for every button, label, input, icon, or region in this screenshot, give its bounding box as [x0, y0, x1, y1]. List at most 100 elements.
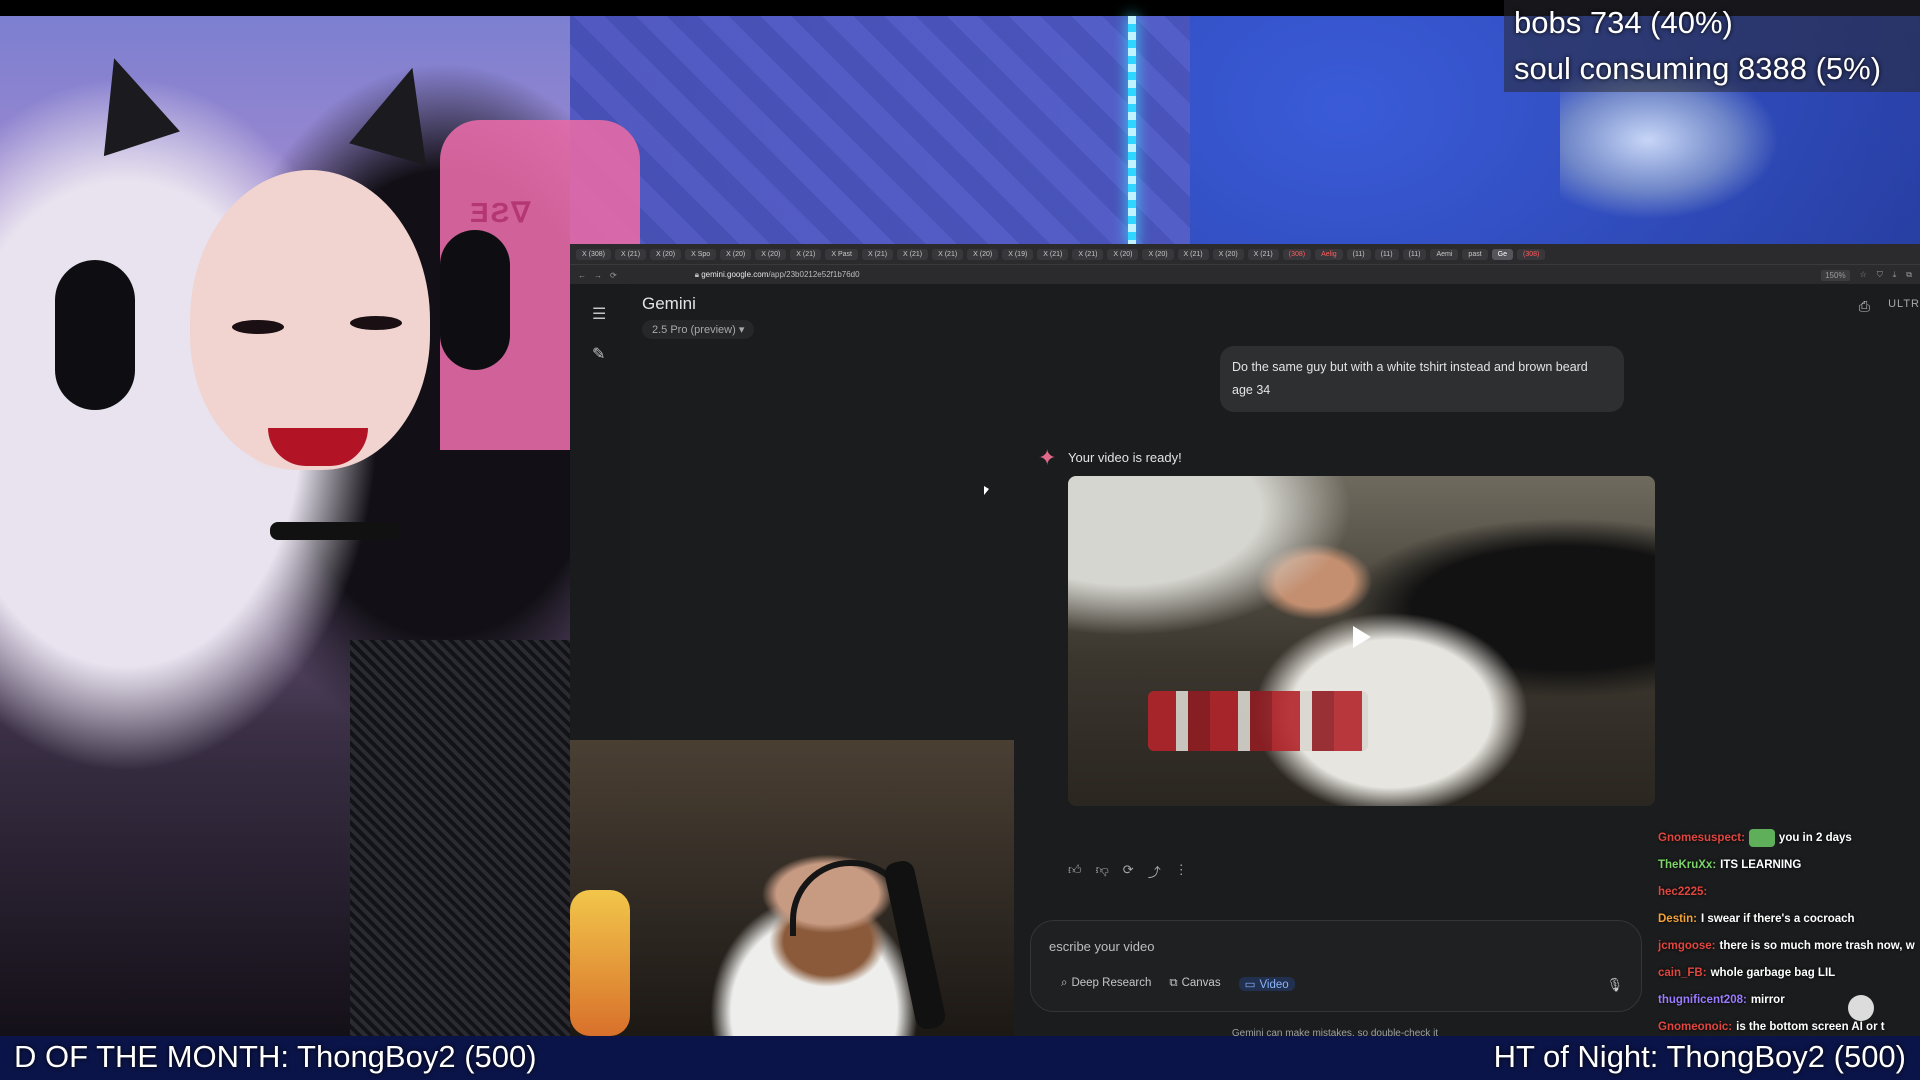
browser-tab[interactable]: X Past [825, 248, 858, 260]
chat-message: Destin: I swear if there's a cocroach [1658, 906, 1920, 933]
tool-canvas[interactable]: ⧉ Canvas [1169, 977, 1220, 991]
browser-tab[interactable]: X (21) [1177, 248, 1209, 260]
tool-label: Video [1259, 979, 1289, 991]
chat-username[interactable]: thugnificent208: [1658, 994, 1747, 1006]
goal-line-1: bobs 734 (40%) [1514, 5, 1733, 40]
browser-tab[interactable]: X (21) [614, 248, 647, 260]
response-text: Your video is ready! [1068, 450, 1182, 465]
url-path: /app/23b0212e52f1b76d0 [768, 270, 860, 279]
prompt-input[interactable]: escribe your video [1049, 939, 1155, 954]
chat-text: there is so much more trash now, w [1719, 940, 1915, 952]
browser-tab[interactable]: X (20) [1107, 248, 1139, 260]
browser-tab[interactable]: X (20) [650, 248, 682, 260]
browser-address-bar: ← → ⟳ 🔒︎ gemini.google.com/app/23b0212e5… [570, 264, 1920, 285]
response-actions: 👍︎ 👎︎ ⟳ ⤴ ⋮ [1068, 862, 1188, 881]
browser-tab[interactable]: past [1462, 248, 1488, 260]
share-icon[interactable]: ⤴ [1148, 862, 1161, 881]
user-message: Do the same guy but with a white tshirt … [1220, 346, 1624, 412]
regenerate-icon[interactable]: ⟳ [1123, 862, 1134, 881]
stream-chat: Gnomesuspect: you in 2 days TheKruXx: ITS L… [1658, 825, 1920, 1040]
chat-text: ITS LEARNING [1720, 859, 1802, 871]
menu-icon[interactable]: ☰ [592, 304, 606, 324]
chat-username[interactable]: cain_FB: [1658, 967, 1707, 979]
chat-username[interactable]: Destin: [1658, 913, 1697, 925]
chat-username[interactable]: Gnomesuspect: [1658, 832, 1745, 844]
video-icon: ▭ [1244, 979, 1256, 991]
headphone-right [440, 230, 510, 370]
browser-tab[interactable]: X (21) [1072, 248, 1104, 260]
browser-tab[interactable]: X (21) [1037, 248, 1069, 260]
download-icon[interactable]: ⤓ [1893, 270, 1897, 281]
browser-tab[interactable]: X (308) [576, 248, 611, 260]
browser-tab[interactable]: (308) [1517, 248, 1546, 260]
play-icon[interactable] [1353, 626, 1371, 648]
bookmark-star-icon[interactable]: ☆ [1860, 270, 1867, 281]
browser-tab[interactable]: (11) [1346, 248, 1371, 260]
reload-icon[interactable]: ⟳ [610, 271, 617, 280]
chat-text: is the bottom screen AI or t [1736, 1021, 1885, 1033]
thumbs-down-icon[interactable]: 👎︎ [1096, 862, 1109, 881]
chat-message: TheKruXx: ITS LEARNING [1658, 852, 1920, 879]
extensions-icon[interactable]: ⧉ [1906, 270, 1912, 281]
generated-video[interactable] [1068, 476, 1655, 806]
chat-emote-icon [1848, 995, 1874, 1021]
microphone-icon[interactable]: 🎙︎ [1606, 977, 1623, 993]
more-options-icon[interactable]: ⋮ [1175, 862, 1188, 881]
prompt-input-box[interactable]: escribe your video ⌕ Deep Research ⧉ Canvas… [1030, 920, 1642, 1012]
chat-username[interactable]: jcmgoose: [1658, 940, 1716, 952]
browser-tab[interactable]: X (21) [1247, 248, 1279, 260]
chat-username[interactable]: TheKruXx: [1658, 859, 1716, 871]
shield-icon[interactable]: ⛉ [1877, 270, 1883, 281]
print-icon[interactable]: ⎙ [1859, 298, 1870, 315]
disclaimer: Gemini can make mistakes, so double-chec… [1231, 1028, 1439, 1036]
plush-toy [570, 890, 630, 1036]
chair-logo: ƎƧ∇ [470, 197, 533, 228]
eye-left [232, 320, 284, 334]
guest-webcam [570, 740, 1014, 1036]
tool-label: Canvas [1181, 977, 1221, 989]
tool-video[interactable]: ▭ Video [1238, 977, 1295, 991]
guest-microphone [882, 858, 948, 1032]
zoom-badge[interactable]: 150% [1821, 269, 1850, 281]
back-icon[interactable]: ← [578, 271, 586, 280]
browser-tab[interactable]: X (21) [932, 248, 964, 260]
browser-tab[interactable]: X (20) [1212, 248, 1244, 260]
browser-tab[interactable]: X (20) [967, 248, 999, 260]
browser-tab[interactable]: (308) [1282, 248, 1312, 260]
browser-tab-bar: X (308) X (21) X (20) X Spo X (20) X (20) X (2… [570, 244, 1920, 264]
browser-tab[interactable]: X (19) [1002, 248, 1034, 260]
model-selector[interactable]: 2.5 Pro (preview) ▾ [642, 320, 755, 339]
chevron-down-icon: ▾ [738, 324, 745, 336]
headphone-left [55, 260, 135, 410]
browser-tab[interactable]: (11) [1374, 248, 1399, 260]
browser-tab[interactable]: X (21) [861, 248, 894, 260]
canvas-icon: ⧉ [1169, 977, 1178, 989]
browser-tab[interactable]: Aelig [1315, 248, 1343, 260]
chat-username[interactable]: hec2225: [1658, 886, 1707, 898]
url-field[interactable]: 🔒︎ gemini.google.com/app/23b0212e52f1b76… [695, 270, 860, 280]
chat-message: jcmgoose: there is so much more trash now… [1658, 933, 1920, 960]
browser-tab[interactable]: X (20) [1142, 248, 1174, 260]
ticker-right: HT of Night: ThongBoy2 (500) [1493, 1039, 1906, 1074]
ticker-left: D OF THE MONTH: ThongBoy2 (500) [14, 1039, 537, 1074]
eye-right [350, 316, 402, 330]
mouse-cursor [984, 486, 989, 495]
app-title: Gemini [642, 294, 696, 313]
chat-message: thugnificent208: mirror [1658, 987, 1920, 1014]
browser-tab[interactable]: X (21) [897, 248, 929, 260]
gemini-sparkle-icon: ✦ [1038, 445, 1057, 470]
chat-text: I swear if there's a cocroach [1700, 913, 1855, 925]
browser-tab[interactable]: (11) [1402, 248, 1427, 260]
browser-tab[interactable]: X (20) [755, 248, 787, 260]
browser-tab[interactable]: Ge [1491, 248, 1513, 260]
new-chat-icon[interactable]: ✎ [592, 344, 605, 364]
chat-message: Gnomesuspect: you in 2 days [1658, 825, 1920, 852]
forward-icon[interactable]: → [594, 271, 602, 280]
browser-tab[interactable]: X (20) [720, 248, 752, 260]
browser-tab[interactable]: X Spo [685, 248, 717, 260]
browser-tab[interactable]: X (21) [790, 248, 822, 260]
chat-username[interactable]: Gnomeonoic: [1658, 1021, 1732, 1033]
thumbs-up-icon[interactable]: 👍︎ [1068, 862, 1082, 881]
tool-deep-research[interactable]: ⌕ Deep Research [1061, 977, 1151, 991]
browser-tab[interactable]: Aemi [1430, 248, 1459, 260]
